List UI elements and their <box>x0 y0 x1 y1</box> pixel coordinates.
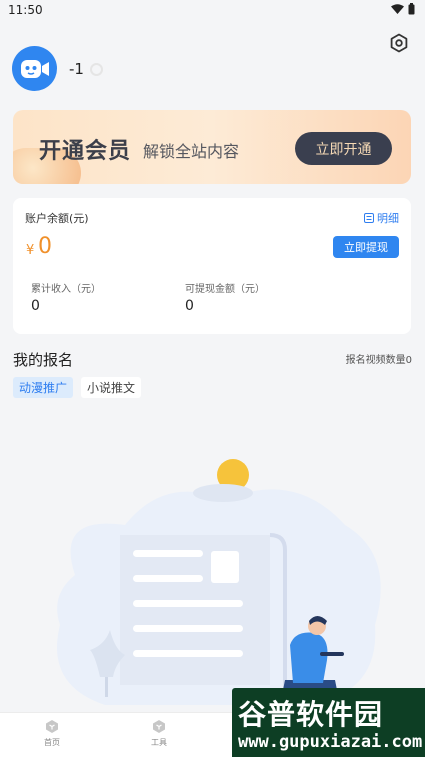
robot-camera-icon <box>20 59 49 78</box>
nav-home[interactable]: 首页 <box>22 719 82 748</box>
status-bar: 11:50 <box>0 0 425 22</box>
vip-banner[interactable]: 开通会员 解锁全站内容 立即开通 <box>13 110 411 184</box>
battery-icon <box>408 3 415 15</box>
detail-link[interactable]: 明细 <box>364 210 399 226</box>
signup-tabs: 动漫推广 小说推文 <box>13 377 142 398</box>
vip-title: 开通会员 <box>39 139 132 164</box>
cumulative-income-value: 0 <box>31 298 40 314</box>
settings-icon[interactable] <box>389 33 409 53</box>
username: -1 <box>69 60 84 78</box>
detail-label: 明细 <box>377 212 399 225</box>
vip-subtitle: 解锁全站内容 <box>143 142 240 161</box>
home-cube-icon <box>46 720 58 733</box>
cumulative-income-label: 累计收入（元） <box>31 284 101 295</box>
status-icons <box>391 3 415 15</box>
status-time: 11:50 <box>8 3 43 17</box>
tool-cube-icon <box>153 720 165 733</box>
withdrawable-label: 可提现金额（元） <box>185 284 265 295</box>
watermark-url: www.gupuxiazai.com <box>238 732 423 752</box>
list-icon <box>364 213 374 223</box>
signup-section-title: 我的报名 <box>13 351 74 369</box>
nav-tools-label: 工具 <box>151 738 167 747</box>
signup-count: 报名视频数量0 <box>345 355 412 366</box>
level-badge-icon <box>90 63 103 76</box>
profile-header: -1 <box>12 46 412 94</box>
tab-anime-promo[interactable]: 动漫推广 <box>13 377 74 398</box>
currency-symbol: ¥ <box>26 243 35 258</box>
wifi-icon <box>391 4 404 14</box>
nav-tools[interactable]: 工具 <box>129 719 189 748</box>
balance-card: 账户余额(元) 明细 ¥ 0 立即提现 累计收入（元） 0 可提现金额（元） 0 <box>13 198 411 334</box>
watermark-logo: 谷普软件园 www.gupuxiazai.com <box>232 688 425 757</box>
withdrawable-value: 0 <box>185 298 194 314</box>
nav-home-label: 首页 <box>44 738 60 747</box>
watermark-title: 谷普软件园 <box>238 698 384 731</box>
tab-novel-promo[interactable]: 小说推文 <box>81 377 142 398</box>
balance-label: 账户余额(元) <box>25 212 89 225</box>
avatar[interactable] <box>12 46 57 91</box>
empty-state-illustration <box>57 459 381 705</box>
withdraw-button[interactable]: 立即提现 <box>333 236 399 258</box>
balance-amount: 0 <box>38 234 52 259</box>
open-vip-button[interactable]: 立即开通 <box>295 132 392 165</box>
